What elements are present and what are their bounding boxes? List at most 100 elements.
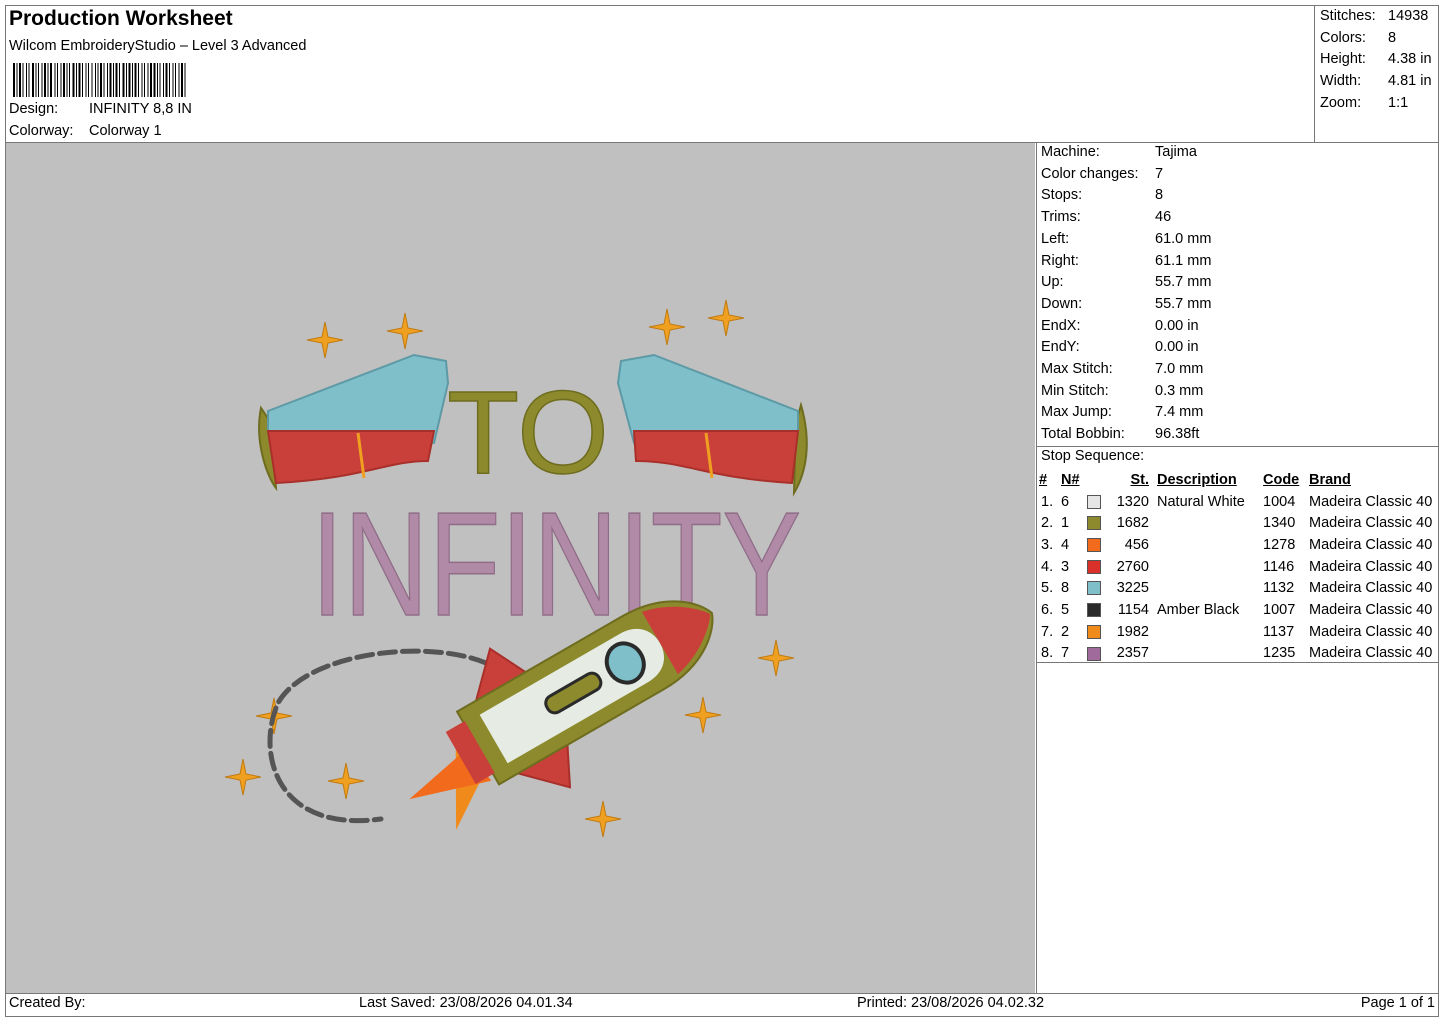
stats-box: Stitches: 14938 Colors: 8 Height: 4.38 in W… xyxy=(1314,5,1439,143)
table-row: 5. 8 3225 1132 Madeira Classic 40 xyxy=(1039,577,1432,599)
row-index: 2. xyxy=(1041,515,1054,532)
right-wing xyxy=(616,353,808,497)
row-needle: 3 xyxy=(1061,558,1070,575)
barcode-bar xyxy=(153,63,156,97)
row-code: 1007 xyxy=(1263,601,1296,618)
stop-sequence-table: # N# St. Description Code Brand 1. 6 1320 N… xyxy=(1039,469,1432,664)
barcode-bar xyxy=(85,63,87,97)
barcode-bar xyxy=(41,63,43,97)
table-row: 3. 4 456 1278 Madeira Classic 40 xyxy=(1039,534,1432,556)
row-code: 1137 xyxy=(1263,623,1295,640)
row-description xyxy=(1149,643,1263,665)
stat-width: Width: 4.81 in xyxy=(1320,73,1440,95)
star-icon xyxy=(306,321,344,359)
stat-zoom: Zoom: 1:1 xyxy=(1320,95,1440,117)
colorway-value: Colorway 1 xyxy=(89,123,162,139)
color-swatch xyxy=(1087,624,1101,639)
barcode-bar xyxy=(97,63,99,97)
row-swatch xyxy=(1087,643,1107,665)
row-index: 6. xyxy=(1041,601,1054,618)
color-swatch xyxy=(1087,559,1101,574)
design-value: INFINITY 8,8 IN xyxy=(89,101,192,117)
row-description: Natural White xyxy=(1157,493,1245,510)
row-stitches: 1154 xyxy=(1117,601,1149,618)
stat-value: 4.38 in xyxy=(1388,51,1432,67)
row-swatch xyxy=(1087,512,1107,534)
barcode-bar xyxy=(82,63,83,97)
stat-value: 1:1 xyxy=(1388,95,1409,111)
barcode-bar xyxy=(28,63,30,97)
machine-info-row: EndX: 0.00 in xyxy=(1041,318,1437,340)
row-swatch xyxy=(1087,599,1107,621)
machine-info-row: Max Jump: 7.4 mm xyxy=(1041,404,1437,426)
row-brand: Madeira Classic 40 xyxy=(1309,536,1433,553)
machine-info-label: Down: xyxy=(1041,295,1083,312)
row-stitches: 456 xyxy=(1124,536,1149,553)
machine-info-label: EndX: xyxy=(1041,317,1081,334)
machine-info-label: Right: xyxy=(1041,252,1079,269)
machine-info-row: Trims: 46 xyxy=(1041,209,1437,231)
barcode-bar xyxy=(178,63,180,97)
star-icon xyxy=(386,312,424,350)
barcode-bar xyxy=(72,63,75,97)
row-description xyxy=(1149,556,1263,578)
row-brand: Madeira Classic 40 xyxy=(1309,515,1433,532)
stat-stitches: Stitches: 14938 xyxy=(1320,8,1440,30)
star-icon xyxy=(684,696,722,734)
color-swatch xyxy=(1087,538,1101,553)
barcode-bar xyxy=(76,63,77,97)
table-row: 4. 3 2760 1146 Madeira Classic 40 xyxy=(1039,556,1432,578)
design-text-to: TO xyxy=(447,367,609,499)
color-swatch xyxy=(1087,603,1101,618)
col-needle: N# xyxy=(1061,471,1080,488)
machine-info-value: 7 xyxy=(1155,165,1164,182)
machine-info-row: Min Stitch: 0.3 mm xyxy=(1041,383,1437,405)
row-index: 3. xyxy=(1041,536,1054,553)
barcode-bar xyxy=(159,63,161,97)
barcode-bar xyxy=(107,63,108,97)
row-code: 1004 xyxy=(1263,493,1296,510)
barcode-bar xyxy=(175,63,176,97)
row-code: 1132 xyxy=(1263,580,1295,597)
row-needle: 4 xyxy=(1061,536,1070,553)
col-code: Code xyxy=(1263,471,1300,488)
col-brand: Brand xyxy=(1309,471,1351,488)
barcode-bar xyxy=(115,63,118,97)
stat-value: 4.81 in xyxy=(1388,73,1432,89)
machine-info-row: Stops: 8 xyxy=(1041,187,1437,209)
col-index: # xyxy=(1039,471,1048,488)
machine-info-value: 55.7 mm xyxy=(1155,295,1212,312)
machine-info-value: 0.00 in xyxy=(1155,317,1199,334)
row-stitches: 1320 xyxy=(1116,493,1149,510)
machine-info-row: Right: 61.1 mm xyxy=(1041,253,1437,275)
worksheet-title: Production Worksheet xyxy=(9,7,233,30)
left-wing xyxy=(258,353,450,492)
barcode-bar xyxy=(109,63,112,97)
machine-info-label: Machine: xyxy=(1041,144,1100,160)
table-row: 1. 6 1320 Natural White 1004 Madeira Classic … xyxy=(1039,491,1432,513)
color-swatch xyxy=(1087,581,1101,596)
stat-value: 8 xyxy=(1388,30,1397,46)
table-row: 7. 2 1982 1137 Madeira Classic 40 xyxy=(1039,621,1432,643)
last-saved: Last Saved: 23/08/2026 04.01.34 xyxy=(359,995,573,1011)
barcode-bar xyxy=(13,63,15,97)
row-stitches: 2357 xyxy=(1116,645,1149,662)
star-icon xyxy=(707,299,745,337)
machine-info-label: Max Jump: xyxy=(1041,404,1112,421)
machine-info-value: 0.00 in xyxy=(1155,339,1199,356)
barcode-bar xyxy=(54,63,56,97)
panel-divider xyxy=(1036,142,1037,993)
stat-value: 14938 xyxy=(1388,8,1429,24)
row-code: 1146 xyxy=(1263,558,1295,575)
machine-info-label: Up: xyxy=(1041,274,1064,291)
barcode-bar xyxy=(78,63,81,97)
barcode-bar xyxy=(44,63,46,97)
machine-info-value: 61.1 mm xyxy=(1155,252,1212,269)
barcode-bar xyxy=(181,63,183,97)
machine-info-row: Color changes: 7 xyxy=(1041,166,1437,188)
barcode-bar xyxy=(47,63,49,97)
barcode-bar xyxy=(100,63,102,97)
barcode-bar xyxy=(88,63,89,97)
design-label: Design: xyxy=(9,101,59,117)
machine-info-row: Max Stitch: 7.0 mm xyxy=(1041,361,1437,383)
